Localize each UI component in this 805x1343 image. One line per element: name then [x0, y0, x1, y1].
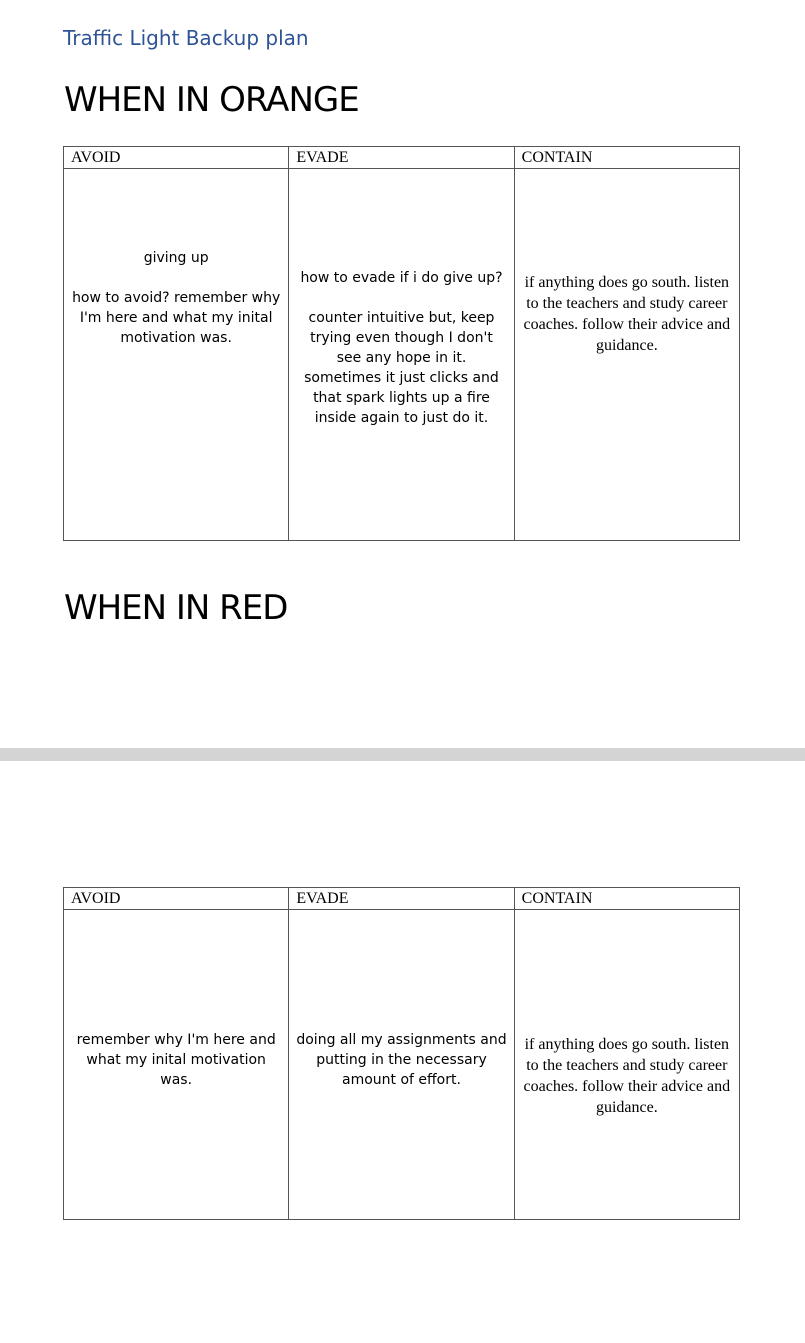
red-evade-text: doing all my assignments and putting in … [296, 1032, 507, 1088]
orange-evade-line2: counter intuitive but, keep trying even … [304, 310, 499, 426]
red-evade-cell[interactable]: doing all my assignments and putting in … [288, 909, 515, 1220]
orange-contain-text: if anything does go south. listen to the… [523, 274, 731, 354]
red-contain-cell[interactable]: if anything does go south. listen to the… [513, 909, 741, 1220]
orange-contain-cell[interactable]: if anything does go south. listen to the… [513, 168, 741, 541]
table-row: giving up how to avoid? remember why I'm… [62, 168, 741, 541]
header-avoid[interactable]: AVOID [62, 887, 290, 910]
orange-evade-line1: how to evade if i do give up? [300, 270, 503, 286]
table-row: remember why I'm here and what my inital… [62, 909, 741, 1220]
orange-avoid-line1: giving up [143, 250, 209, 266]
header-evade[interactable]: EVADE [288, 887, 515, 910]
document-page-2: AVOID EVADE CONTAIN remember why I'm her… [0, 761, 805, 1273]
document-title[interactable]: Traffic Light Backup plan [63, 26, 309, 50]
orange-avoid-cell[interactable]: giving up how to avoid? remember why I'm… [62, 168, 290, 541]
orange-avoid-line2: how to avoid? remember why I'm here and … [72, 290, 281, 346]
heading-when-in-orange[interactable]: WHEN IN ORANGE [64, 80, 360, 120]
orange-evade-cell[interactable]: how to evade if i do give up? counter in… [288, 168, 515, 541]
red-avoid-text: remember why I'm here and what my inital… [76, 1032, 276, 1088]
red-contain-text: if anything does go south. listen to the… [523, 1036, 731, 1116]
orange-plan-table: AVOID EVADE CONTAIN giving up how to avo… [62, 146, 741, 541]
table-header-row: AVOID EVADE CONTAIN [62, 887, 741, 910]
header-avoid[interactable]: AVOID [62, 146, 290, 169]
document-page-1: Traffic Light Backup plan WHEN IN ORANGE… [0, 0, 805, 748]
header-evade[interactable]: EVADE [288, 146, 515, 169]
heading-when-in-red[interactable]: WHEN IN RED [64, 588, 288, 628]
red-avoid-cell[interactable]: remember why I'm here and what my inital… [62, 909, 290, 1220]
header-contain[interactable]: CONTAIN [513, 887, 741, 910]
red-plan-table: AVOID EVADE CONTAIN remember why I'm her… [62, 887, 741, 1220]
page-separator [0, 748, 805, 761]
header-contain[interactable]: CONTAIN [513, 146, 741, 169]
table-header-row: AVOID EVADE CONTAIN [62, 146, 741, 169]
